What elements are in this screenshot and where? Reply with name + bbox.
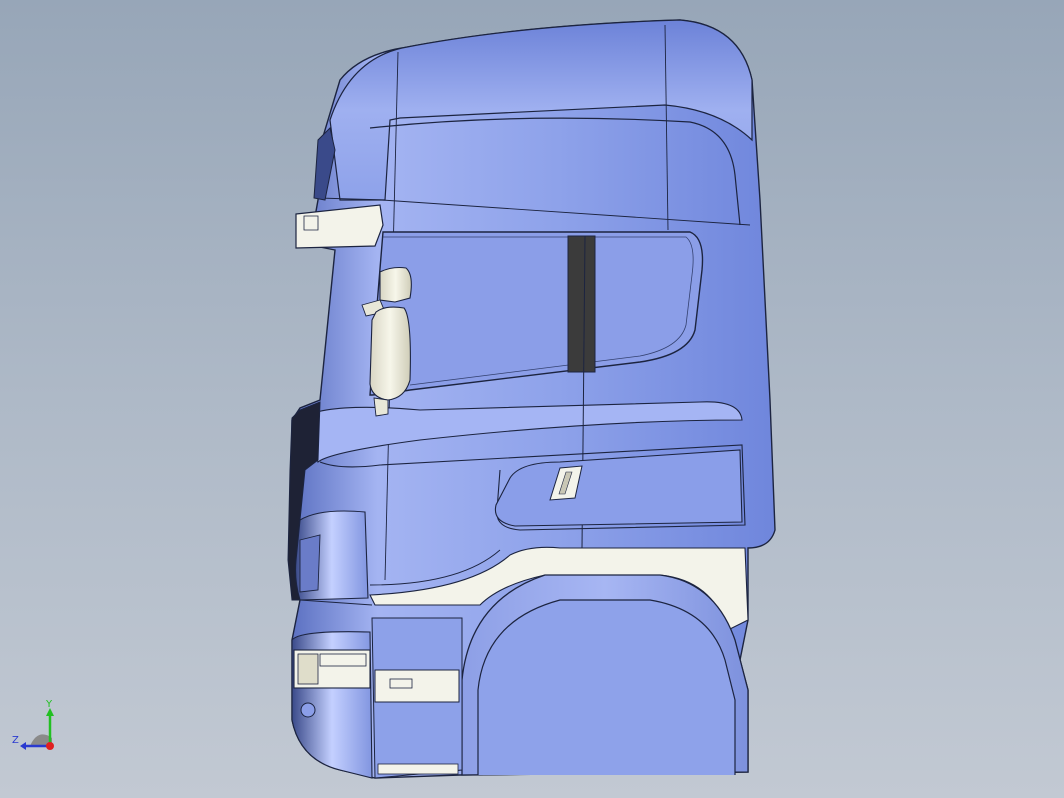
bottom-step <box>377 763 459 775</box>
mirror-mount <box>373 397 389 417</box>
wheel-arch-inner <box>477 599 736 775</box>
axis-triad: Y Z <box>8 700 68 760</box>
headlamp-lens <box>297 653 319 685</box>
x-axis-icon <box>46 742 54 750</box>
window-pillar <box>567 235 596 373</box>
z-axis-arrow-icon <box>20 742 26 750</box>
y-axis-label: Y <box>46 699 53 710</box>
side-mirror-upper[interactable] <box>379 266 412 303</box>
graphics-viewport[interactable]: Y Z <box>0 0 1064 798</box>
fog-lamp <box>300 702 316 718</box>
truck-cab-model[interactable] <box>0 0 1064 798</box>
side-mirror-main[interactable] <box>369 306 411 401</box>
axis-triad-graphic <box>20 708 54 750</box>
z-axis-label: Z <box>12 735 19 746</box>
roof-light-housing <box>295 204 384 249</box>
front-lamp-recess <box>299 534 321 593</box>
step-plate <box>374 669 460 703</box>
